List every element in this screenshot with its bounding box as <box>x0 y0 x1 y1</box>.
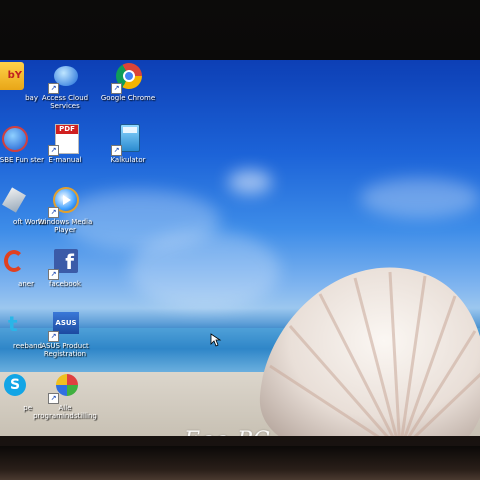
seashell-image <box>259 267 480 436</box>
cleaner-icon <box>0 248 24 278</box>
desktop-icon-program-settings[interactable]: ↗ Alle programindstilling <box>28 372 102 420</box>
shortcut-arrow-icon: ↗ <box>48 269 59 280</box>
eee-pc-logo: Eee PC <box>184 428 271 436</box>
facebook-icon: f ↗ <box>48 248 80 280</box>
globe-icon <box>0 124 28 154</box>
pdf-icon: PDF ↗ <box>48 124 80 156</box>
shortcut-arrow-icon: ↗ <box>111 83 122 94</box>
shortcut-arrow-icon: ↗ <box>48 393 59 404</box>
desktop-icon-media-player[interactable]: ↗ Windows Media Player <box>28 186 102 234</box>
shortcut-arrow-icon: ↗ <box>48 145 59 156</box>
cloud <box>360 178 480 218</box>
broadband-icon: t <box>8 312 18 336</box>
chrome-icon: ↗ <box>111 62 143 94</box>
cloud-icon: ↗ <box>48 62 80 94</box>
desktop-screen: Eee PC bY bay SBE Fun ster oft Works ane… <box>0 60 480 436</box>
desktop-icon-asus-registration[interactable]: ASUS ↗ ASUS Product Registration <box>28 310 102 358</box>
works-icon <box>0 186 26 216</box>
mouse-cursor-icon <box>210 332 224 351</box>
shortcut-arrow-icon: ↗ <box>48 207 59 218</box>
desktop-icon-facebook[interactable]: f ↗ facebook <box>28 248 102 288</box>
ebay-icon: bY <box>0 62 24 92</box>
desktop-icon-kalkulator[interactable]: ↗ Kalkulator <box>91 124 165 164</box>
asus-icon: ASUS ↗ <box>48 310 80 342</box>
shortcut-arrow-icon: ↗ <box>48 331 59 342</box>
settings-icon: ↗ <box>48 372 80 404</box>
calculator-icon: ↗ <box>111 124 143 156</box>
monitor-bezel-bottom <box>0 446 480 480</box>
media-player-icon: ↗ <box>48 186 80 218</box>
desktop-icon-google-chrome[interactable]: ↗ Google Chrome <box>91 62 165 102</box>
shortcut-arrow-icon: ↗ <box>48 83 59 94</box>
cloud <box>228 170 272 194</box>
skype-icon: S <box>0 372 26 402</box>
shortcut-arrow-icon: ↗ <box>111 145 122 156</box>
